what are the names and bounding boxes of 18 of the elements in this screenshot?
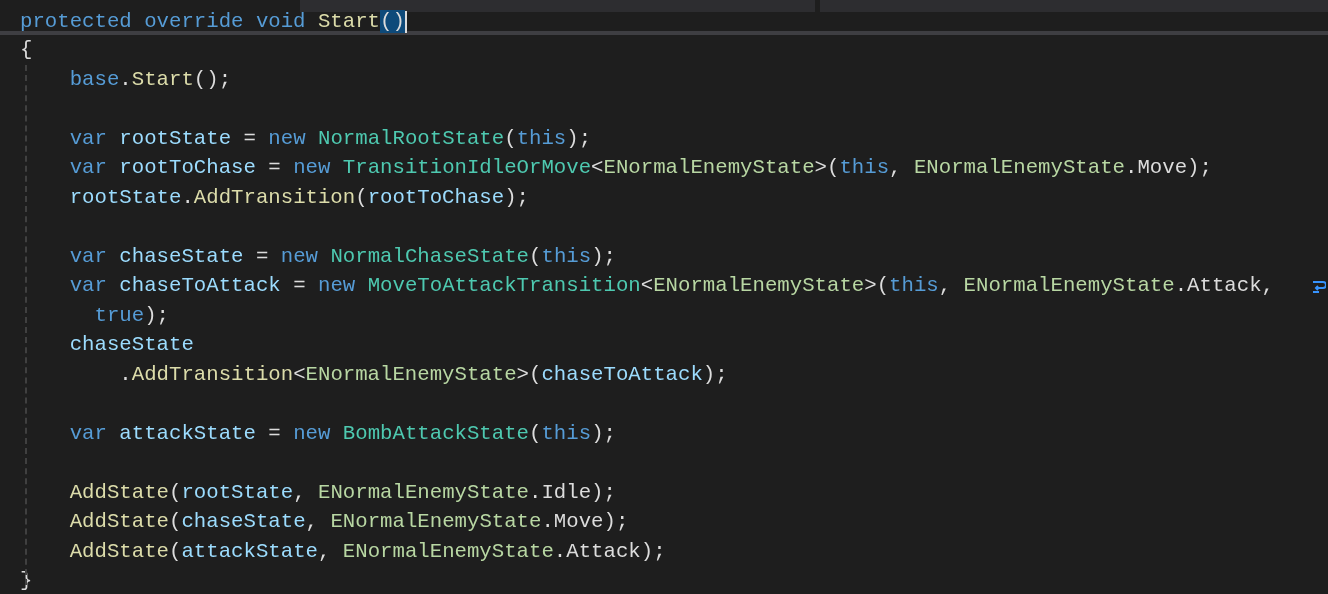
code-line: var rootState = new NormalRootState(this); <box>68 125 592 152</box>
code-line: base.Start(); <box>68 66 232 93</box>
code-line: rootState.AddTransition(rootToChase); <box>68 184 530 211</box>
word-wrap-icon <box>1312 278 1326 293</box>
code-line: AddState(attackState, ENormalEnemyState.Attack); <box>68 538 666 565</box>
code-line: var chaseToAttack = new MoveToAttackTransition<ENormalEnemyState>(this, ENormalEnemyState.Attack, <box>68 273 1274 299</box>
code-line: AddState(chaseState, ENormalEnemyState.Move); <box>68 509 629 535</box>
code-line: AddState(rootState, ENormalEnemyState.Idle); <box>68 479 616 506</box>
code-line: chaseState <box>68 332 194 358</box>
code-line: protected override void Start() <box>20 10 405 33</box>
code-line: var attackState = new BombAttackState(this); <box>68 420 616 447</box>
text-cursor <box>404 10 407 33</box>
code-line: true); <box>93 302 169 329</box>
code-line: var chaseState = new NormalChaseState(this); <box>68 243 616 270</box>
code-line: { <box>20 37 33 63</box>
code-line: var rootToChase = new TransitionIdleOrMove<ENormalEnemyState>(this, ENormalEnemyState.Move); <box>68 155 1212 181</box>
class-dropdown[interactable] <box>300 0 815 12</box>
code-line: .AddTransition<ENormalEnemyState>(chaseToAttack); <box>118 361 728 388</box>
